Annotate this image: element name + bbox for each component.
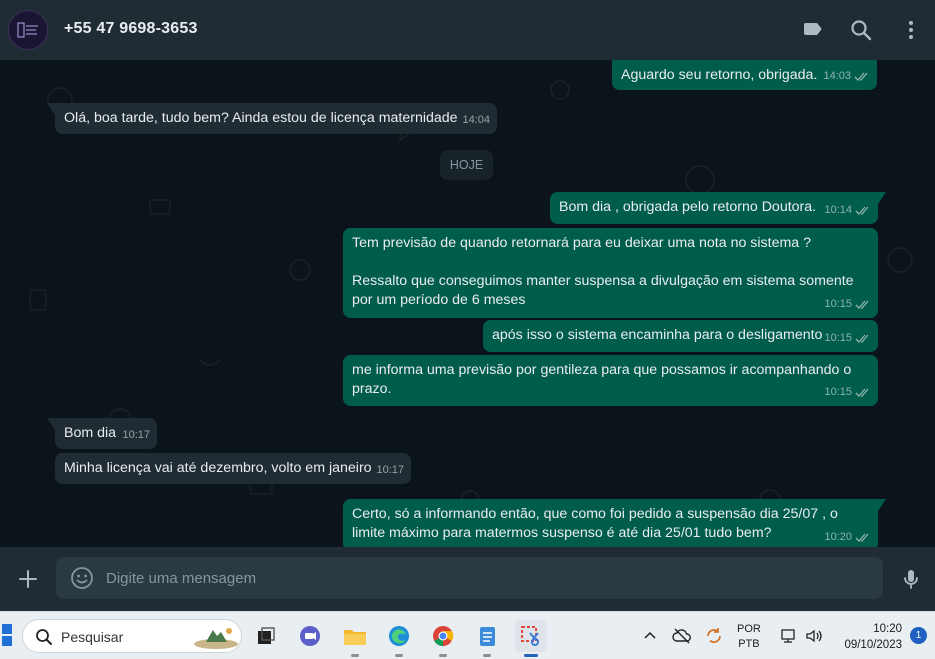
microphone-icon[interactable]: [899, 567, 923, 591]
message-outgoing[interactable]: após isso o sistema encaminha para o des…: [483, 320, 878, 352]
taskbar-chrome[interactable]: [427, 620, 459, 657]
notification-badge[interactable]: 1: [910, 627, 927, 644]
message-meta: 10:15: [824, 329, 871, 348]
message-text: Minha licença vai até dezembro, volto em…: [64, 460, 372, 476]
bubble-tail: [878, 499, 886, 511]
double-check-icon: [855, 388, 869, 397]
taskbar-snipping-tool[interactable]: [515, 620, 547, 657]
double-check-icon: [855, 533, 869, 542]
message-outgoing[interactable]: Aguardo seu retorno, obrigada. 14:03: [612, 60, 877, 90]
message-meta: 10:14: [824, 201, 871, 220]
message-time: 10:15: [824, 332, 852, 344]
bubble-tail: [47, 103, 55, 115]
double-check-icon: [854, 72, 868, 81]
message-time: 10:15: [824, 386, 852, 398]
message-text: Bom dia , obrigada pelo retorno Doutora.: [559, 199, 817, 215]
label-icon[interactable]: [800, 18, 824, 42]
bubble-tail: [47, 418, 55, 430]
teams-chat-icon: [300, 626, 320, 646]
taskbar-file-explorer[interactable]: [339, 620, 371, 657]
chevron-up-icon[interactable]: [640, 626, 660, 646]
keyboard-layout: PTB: [738, 638, 760, 650]
message-input-box[interactable]: [56, 557, 883, 599]
taskbar-search[interactable]: Pesquisar: [22, 619, 242, 653]
message-incoming[interactable]: Olá, boa tarde, tudo bem? Ainda estou de…: [47, 103, 497, 134]
message-text: Olá, boa tarde, tudo bem? Ainda estou de…: [64, 110, 458, 126]
message-outgoing[interactable]: Certo, só a informando então, que como f…: [343, 499, 886, 547]
cloud-offline-icon[interactable]: [672, 626, 692, 646]
message-time: 10:20: [824, 531, 852, 543]
language-code: POR: [737, 623, 761, 635]
network-icon[interactable]: [779, 626, 799, 646]
input-language[interactable]: POR PTB: [737, 622, 761, 652]
message-time: 10:15: [824, 298, 852, 310]
message-incoming[interactable]: Minha licença vai até dezembro, volto em…: [55, 453, 411, 484]
search-highlight-icon: [194, 628, 238, 649]
message-outgoing[interactable]: Bom dia , obrigada pelo retorno Doutora.…: [550, 192, 886, 224]
search-icon: [36, 629, 52, 645]
message-time: 10:14: [824, 204, 852, 216]
message-time: 14:04: [462, 114, 490, 126]
message-time: 14:03: [823, 70, 851, 82]
snipping-tool-icon: [521, 626, 539, 646]
message-meta: 10:15: [824, 383, 871, 402]
message-incoming[interactable]: Bom dia 10:17: [47, 418, 157, 449]
message-meta: 14:03: [823, 67, 870, 86]
taskbar-teams[interactable]: [294, 620, 326, 652]
message-meta: 10:20: [824, 528, 871, 547]
edge-browser-icon: [389, 626, 409, 646]
message-composer: [0, 547, 935, 611]
taskbar-clock[interactable]: 10:20 09/10/2023: [832, 621, 902, 653]
message-text: me informa uma previsão por gentileza pa…: [352, 362, 856, 397]
clock-date: 09/10/2023: [844, 639, 902, 651]
chat-area[interactable]: Aguardo seu retorno, obrigada. 14:03 Olá…: [0, 60, 935, 547]
search-label: Pesquisar: [61, 629, 124, 645]
message-text: Certo, só a informando então, que como f…: [352, 506, 842, 541]
contact-avatar[interactable]: [8, 10, 48, 50]
double-check-icon: [855, 334, 869, 343]
message-outgoing[interactable]: Tem previsão de quando retornará para eu…: [343, 228, 878, 318]
bubble-tail: [878, 192, 886, 204]
message-text: Tem previsão de quando retornará para eu…: [352, 235, 854, 308]
contact-name[interactable]: +55 47 9698-3653: [64, 20, 198, 38]
message-outgoing[interactable]: me informa uma previsão por gentileza pa…: [343, 355, 878, 406]
message-meta: 10:15: [824, 295, 871, 314]
double-check-icon: [855, 206, 869, 215]
message-time: 10:17: [376, 464, 404, 476]
attach-plus-icon[interactable]: [16, 567, 40, 591]
double-check-icon: [855, 300, 869, 309]
avatar-logo-icon: [17, 22, 38, 38]
notepad-icon: [480, 627, 495, 646]
sync-icon[interactable]: [704, 626, 724, 646]
chat-header: +55 47 9698-3653: [0, 0, 935, 60]
message-meta: 10:17: [122, 426, 150, 445]
volume-icon[interactable]: [804, 626, 824, 646]
windows-taskbar: Pesquisar POR PTB 10:20 09/10/2023 1: [0, 611, 935, 659]
menu-icon[interactable]: [899, 18, 923, 42]
chrome-browser-icon: [433, 626, 454, 647]
message-time: 10:17: [122, 429, 150, 441]
search-icon[interactable]: [849, 18, 873, 42]
message-input[interactable]: [106, 557, 866, 599]
clock-time: 10:20: [873, 623, 902, 635]
date-divider: HOJE: [440, 150, 493, 180]
taskbar-edge[interactable]: [383, 620, 415, 657]
folder-icon: [344, 630, 366, 645]
message-meta: 10:17: [376, 461, 404, 480]
taskbar-notepad[interactable]: [471, 620, 503, 657]
taskbar-task-view[interactable]: [250, 620, 282, 652]
message-text: após isso o sistema encaminha para o des…: [492, 327, 823, 343]
emoji-icon[interactable]: [70, 566, 94, 590]
windows-start-icon[interactable]: [0, 624, 12, 646]
message-meta: 14:04: [462, 111, 490, 130]
task-view-icon: [258, 627, 275, 644]
